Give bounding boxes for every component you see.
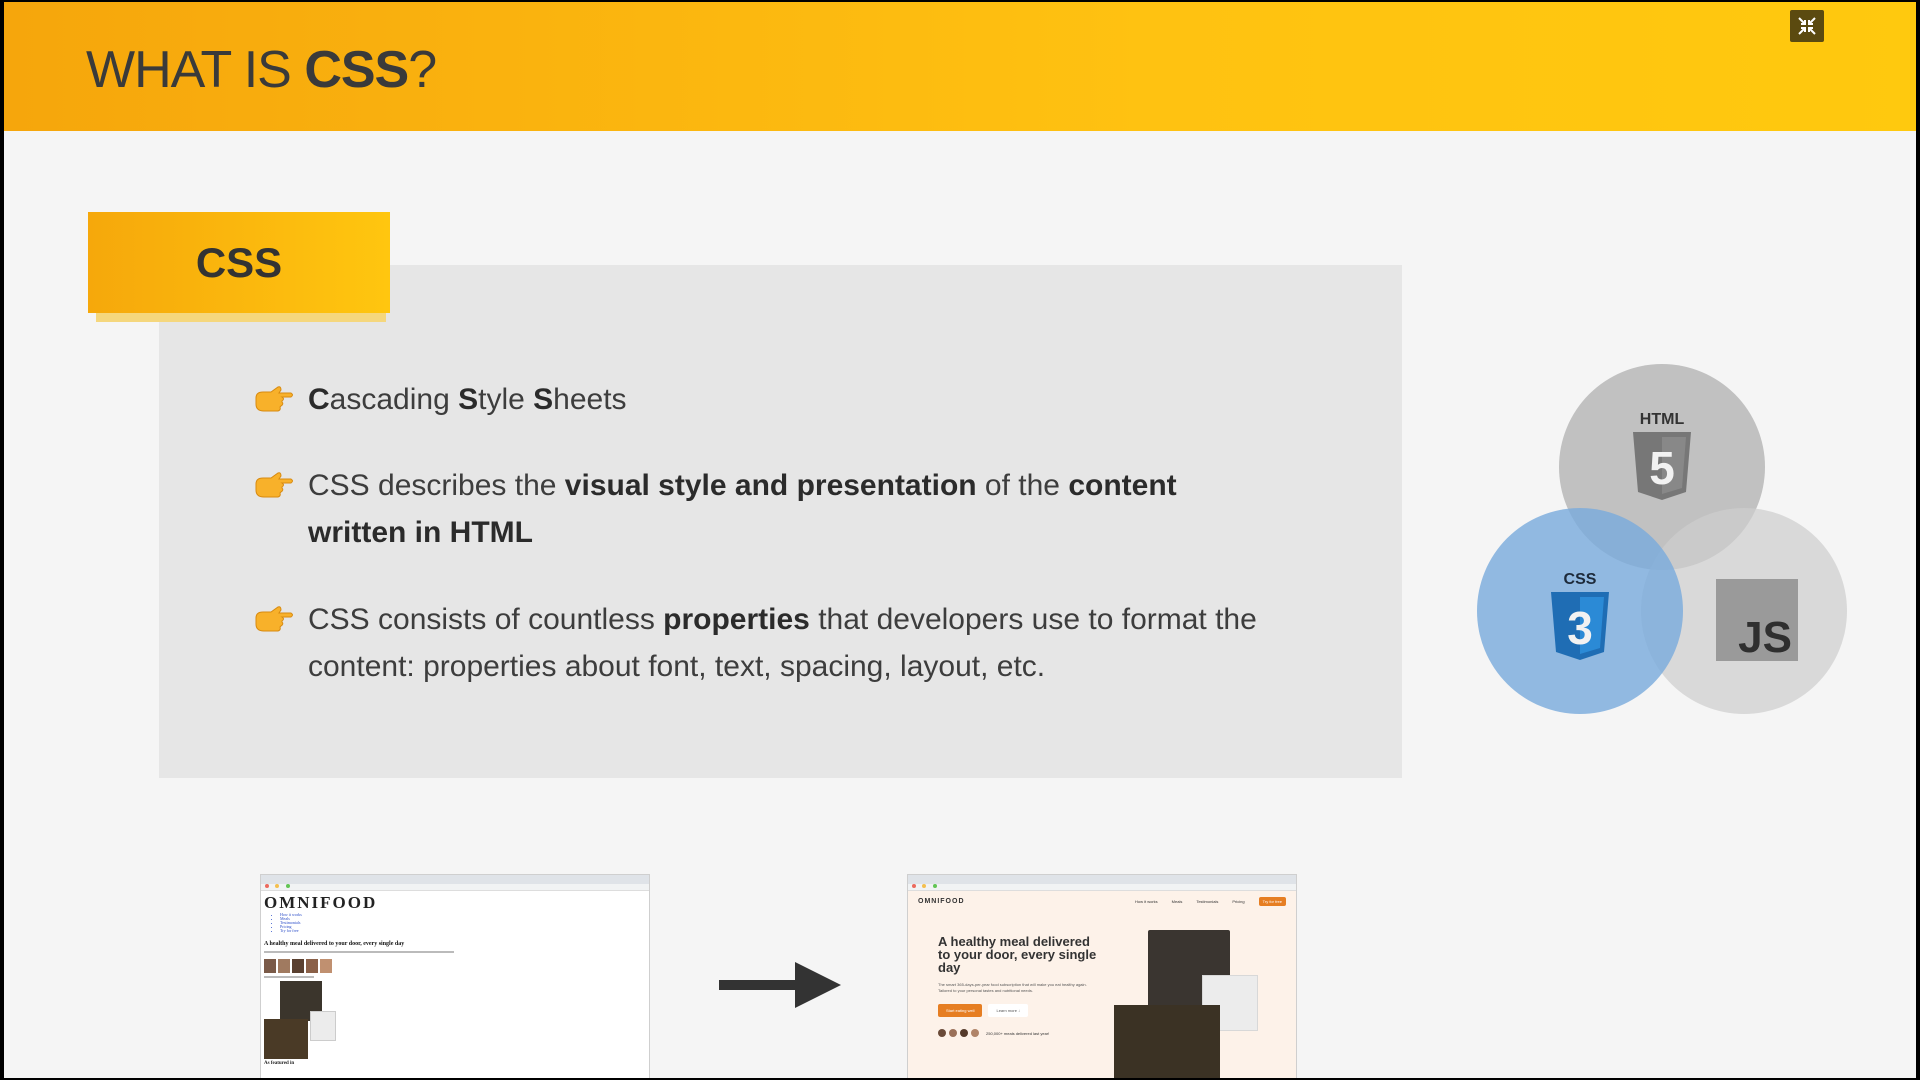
svg-text:5: 5 [1649, 442, 1675, 494]
nav-link[interactable]: How it works [1135, 899, 1158, 904]
browser-tab-bar [908, 875, 1296, 888]
web-tech-venn-diagram: HTML 5 CSS 3 JS [1474, 362, 1854, 722]
bullet-fragment: CSS consists of countless [308, 603, 664, 636]
nav-list: How it works Meals Testimonials Pricing … [280, 913, 646, 933]
nav-link[interactable]: Testimonials [1196, 899, 1218, 904]
bullet-fragment: heets [553, 383, 627, 416]
bullet-text: CSS describes the visual style and prese… [308, 462, 1278, 556]
bullet-2: CSS describes the visual style and prese… [254, 462, 1278, 556]
nav-link[interactable]: Meals [1172, 899, 1183, 904]
bullet-emphasis: C [308, 383, 330, 416]
bullet-emphasis: properties [663, 603, 810, 636]
bullet-emphasis: S [533, 383, 554, 416]
nav-link[interactable]: Try for free [280, 929, 646, 933]
pointing-hand-icon [255, 386, 293, 412]
section-tag-label: CSS [195, 238, 283, 286]
svg-text:HTML: HTML [1640, 411, 1685, 428]
meal-images [264, 981, 646, 1061]
avatars [264, 959, 646, 973]
browser-address-bar [261, 884, 649, 891]
bullet-text: CSS consists of countless properties tha… [308, 596, 1308, 690]
nav-link[interactable]: Pricing [1232, 899, 1244, 904]
bullet-emphasis: visual style and presentation [564, 469, 977, 502]
slide: WHAT IS CSS? CSS Cascading Style Sheets … [4, 2, 1916, 1078]
bullet-fragment: tyle [478, 383, 534, 416]
hero-photo [1114, 1005, 1220, 1078]
bullet-fragment: CSS describes the [308, 469, 565, 502]
bullet-fragment: of the [976, 469, 1069, 502]
start-eating-button[interactable]: Start eating well [938, 1004, 983, 1017]
bullet-emphasis: S [458, 383, 479, 416]
logo: OMNIFOOD [918, 898, 965, 905]
nav-cta-button[interactable]: Try for free [1258, 897, 1286, 906]
paragraph-line [264, 951, 454, 953]
headline: A healthy meal delivered to your door, e… [264, 941, 405, 947]
page-title: WHAT IS CSS? [86, 41, 437, 99]
hero-headline: A healthy meal delivered to your door, e… [938, 934, 1097, 975]
css3-logo-icon: CSS 3 [1551, 571, 1609, 660]
slide-header: WHAT IS CSS? [4, 2, 1916, 131]
logo: OMNIFOOD [264, 893, 378, 912]
svg-text:3: 3 [1567, 602, 1593, 654]
browser-address-bar [908, 884, 1296, 891]
featured-label: As featured in [264, 1061, 295, 1066]
pointing-hand-icon [255, 606, 293, 632]
exit-fullscreen-button[interactable] [1790, 10, 1824, 42]
js-logo-icon: JS [1716, 579, 1798, 661]
arrow-right-icon [719, 962, 841, 1008]
bullet-fragment: ascading [329, 383, 459, 416]
html5-logo-icon: HTML 5 [1633, 411, 1691, 500]
browser-tab-bar [261, 875, 649, 888]
bullet-1: Cascading Style Sheets [254, 376, 627, 423]
bullet-text: Cascading Style Sheets [308, 376, 627, 423]
pointing-hand-icon [255, 472, 293, 498]
bullet-3: CSS consists of countless properties tha… [254, 596, 1308, 690]
styled-page-thumbnail: OMNIFOOD How it works Meals Testimonials… [907, 874, 1297, 1078]
svg-text:CSS: CSS [1564, 571, 1597, 588]
unstyled-page-thumbnail: OMNIFOOD How it works Meals Testimonials… [260, 874, 650, 1078]
hero-description: The smart 365-days-per-year food subscri… [938, 982, 1087, 993]
site-nav: OMNIFOOD How it works Meals Testimonials… [908, 891, 1296, 912]
customer-stats: 250,000+ meals delivered last year! [938, 1029, 1103, 1037]
collapse-icon [1798, 17, 1816, 35]
section-tag: CSS [88, 212, 390, 313]
learn-more-button[interactable]: Learn more ↓ [988, 1004, 1029, 1017]
